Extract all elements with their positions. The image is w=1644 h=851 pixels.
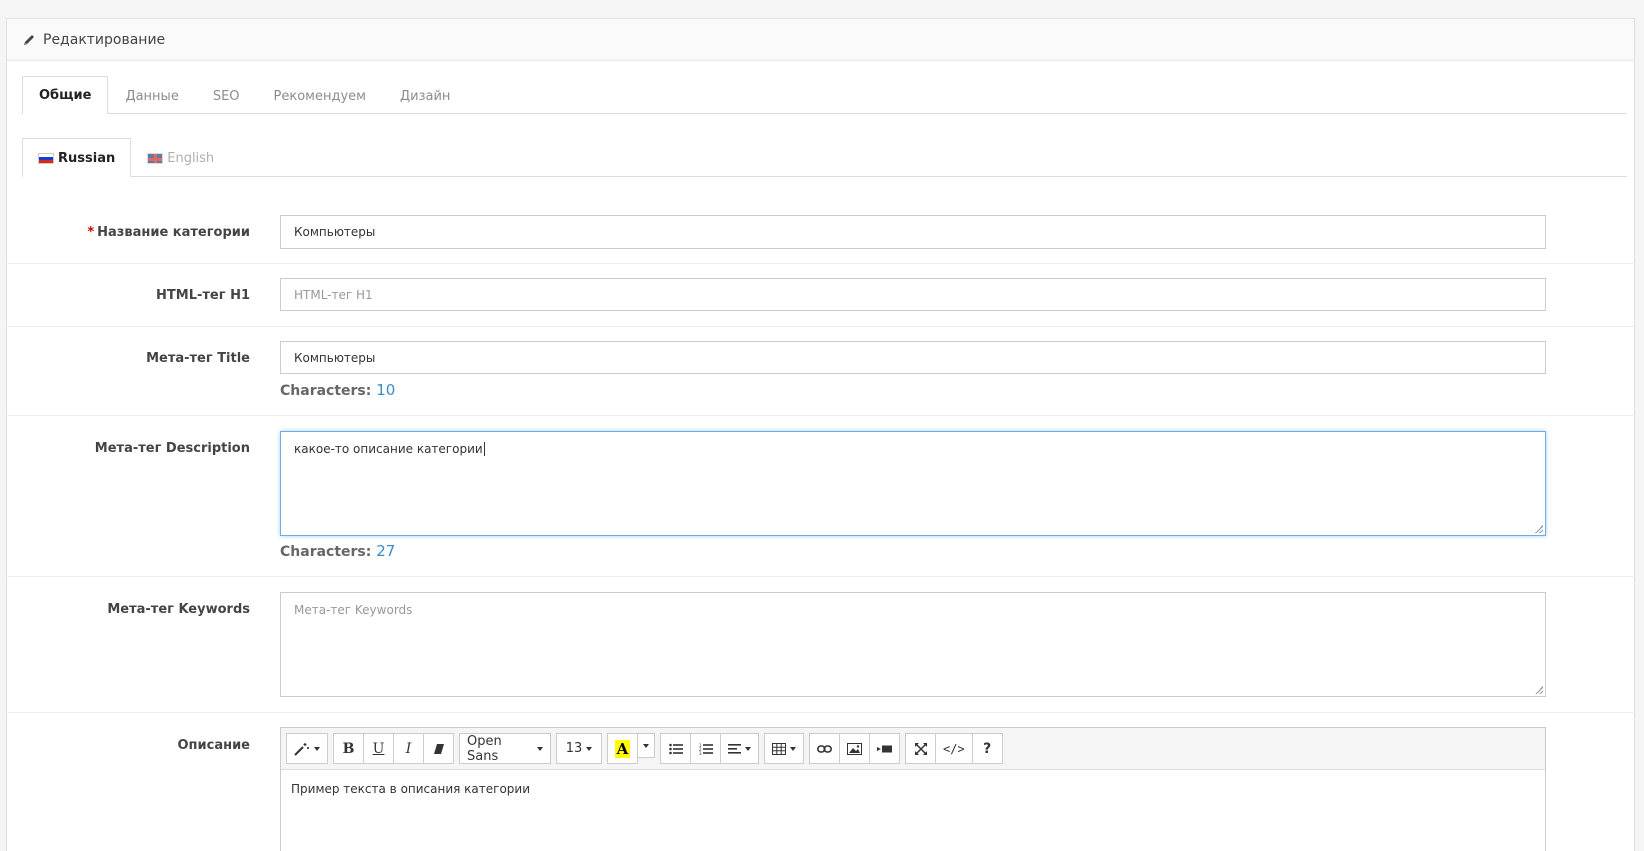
uk-flag-icon — [147, 153, 164, 164]
underline-button[interactable]: U — [363, 733, 394, 764]
underline-icon: U — [372, 740, 385, 757]
code-view-button[interactable]: </> — [935, 733, 973, 764]
link-icon — [817, 744, 832, 754]
name-label-text: Название категории — [97, 225, 250, 240]
tab-design[interactable]: Дизайн — [383, 77, 467, 114]
fullscreen-button[interactable] — [905, 733, 936, 764]
font-size-dropdown[interactable]: 13 — [556, 733, 602, 764]
image-button[interactable] — [839, 733, 870, 764]
h1-label: HTML-тег H1 — [156, 288, 250, 303]
panel-heading: Редактирование — [7, 19, 1634, 61]
tab-recommended[interactable]: Рекомендуем — [257, 77, 383, 114]
unordered-list-button[interactable] — [660, 733, 691, 764]
style-button[interactable] — [286, 733, 328, 764]
resize-handle-icon[interactable] — [1535, 686, 1543, 694]
counter-value: 27 — [376, 542, 396, 560]
caret-down-icon — [643, 743, 649, 748]
text-color-button[interactable]: A — [607, 733, 638, 764]
tab-language-label: Russian — [58, 150, 116, 166]
required-mark: * — [87, 225, 95, 240]
divider — [7, 326, 1636, 327]
clear-format-button[interactable] — [423, 733, 454, 764]
table-icon — [772, 742, 786, 755]
resize-handle-icon[interactable] — [1535, 525, 1543, 533]
align-left-icon — [728, 743, 741, 754]
font-name-dropdown[interactable]: Open Sans — [459, 733, 551, 764]
meta-description-counter: Characters: 27 — [280, 542, 395, 560]
question-icon: ? — [983, 740, 992, 757]
russia-flag-icon — [38, 152, 54, 164]
text-color-icon: A — [614, 739, 631, 758]
meta-description-text: какое-то описание категории — [294, 442, 483, 456]
panel-title: Редактирование — [43, 31, 166, 48]
video-button[interactable] — [869, 733, 900, 764]
category-name-input[interactable]: Компьютеры — [280, 215, 1546, 249]
tab-language-english[interactable]: English — [131, 139, 230, 177]
main-tabs: Общие Данные SEO Рекомендуем Дизайн — [22, 76, 1627, 114]
eraser-icon — [433, 743, 445, 755]
ordered-list-icon: 123 — [699, 743, 713, 755]
text-caret — [483, 442, 485, 456]
ordered-list-button[interactable]: 123 — [690, 733, 721, 764]
link-button[interactable] — [809, 733, 840, 764]
bold-icon: B — [342, 740, 355, 757]
meta-title-label: Мета-тег Title — [146, 351, 250, 366]
help-button[interactable]: ? — [971, 733, 1003, 764]
tab-seo[interactable]: SEO — [196, 77, 257, 114]
tab-language-russian[interactable]: Russian — [22, 138, 132, 177]
italic-button[interactable]: I — [393, 733, 424, 764]
pencil-icon — [22, 33, 36, 47]
edit-panel: Редактирование Общие Данные SEO Рекоменд… — [6, 18, 1636, 851]
text-color-dropdown[interactable] — [637, 733, 655, 758]
meta-description-textarea[interactable]: какое-то описание категории — [280, 431, 1546, 536]
divider — [7, 576, 1636, 577]
font-size-value: 13 — [565, 741, 583, 756]
tab-language-label: English — [167, 151, 215, 166]
meta-description-label: Мета-тег Description — [94, 441, 250, 456]
description-editor: B U I Open Sans 13 A 1 2 3 </> ? Пример … — [280, 727, 1546, 851]
divider — [7, 712, 1636, 713]
language-tabs: Russian English — [22, 138, 1627, 177]
svg-text:3: 3 — [699, 751, 702, 755]
meta-keywords-textarea[interactable]: Мета-тег Keywords — [280, 592, 1546, 697]
unordered-list-icon — [668, 743, 683, 755]
description-label: Описание — [177, 738, 250, 753]
editor-content[interactable]: Пример текста в описания категории — [281, 770, 1545, 808]
paragraph-align-dropdown[interactable] — [720, 733, 759, 764]
meta-keywords-placeholder: Мета-тег Keywords — [294, 603, 413, 617]
fullscreen-icon — [914, 742, 927, 755]
tab-data[interactable]: Данные — [108, 77, 195, 114]
code-icon: </> — [943, 741, 965, 756]
italic-icon: I — [405, 740, 412, 757]
meta-keywords-label: Мета-тег Keywords — [107, 602, 250, 617]
table-dropdown[interactable] — [764, 733, 804, 764]
magic-wand-icon — [294, 742, 310, 756]
font-name-value: Open Sans — [467, 733, 502, 764]
counter-value: 10 — [376, 381, 396, 399]
meta-title-input[interactable]: Компьютеры — [280, 341, 1546, 374]
meta-title-counter: Characters: 10 — [280, 381, 395, 399]
bold-button[interactable]: B — [333, 733, 364, 764]
name-label: * Название категории — [87, 225, 250, 240]
video-icon — [877, 744, 892, 754]
divider — [7, 415, 1636, 416]
tab-general[interactable]: Общие — [22, 76, 109, 114]
h1-input[interactable]: HTML-тег H1 — [280, 278, 1546, 311]
editor-toolbar: B U I Open Sans 13 A 1 2 3 </> ? — [281, 728, 1545, 770]
image-icon — [847, 742, 862, 755]
divider — [7, 263, 1636, 264]
counter-label: Characters: — [280, 383, 372, 399]
counter-label: Characters: — [280, 544, 372, 560]
